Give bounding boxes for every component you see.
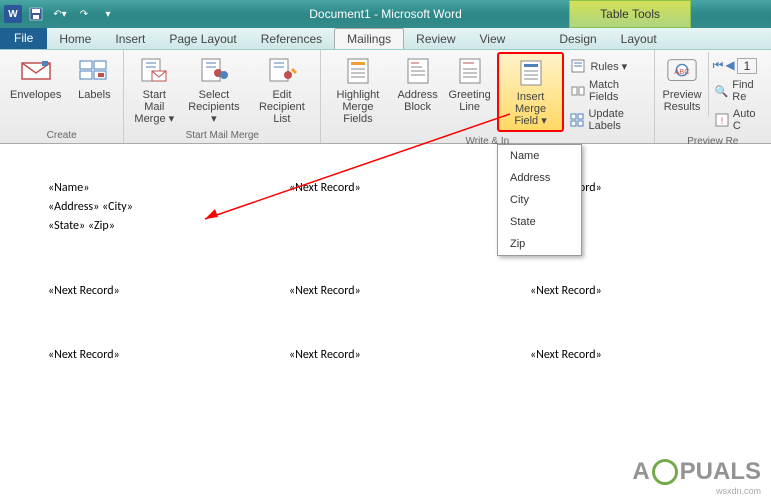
qat-customize-icon[interactable]: ▾ xyxy=(98,4,118,24)
gear-icon xyxy=(652,459,678,485)
title-bar: W ↶▾ ↷ ▾ Document1 - Microsoft Word Tabl… xyxy=(0,0,771,28)
watermark-site: wsxdn.com xyxy=(716,486,761,496)
envelope-icon xyxy=(20,55,52,87)
tab-layout[interactable]: Layout xyxy=(609,29,669,49)
ribbon-tabs: File Home Insert Page Layout References … xyxy=(0,28,771,50)
label-cell[interactable]: «Next Record» xyxy=(48,277,289,341)
highlight-icon xyxy=(342,55,374,87)
insert-field-icon xyxy=(515,57,547,89)
address-block-icon xyxy=(402,55,434,87)
label-cell[interactable]: «Next Record» xyxy=(289,341,530,405)
label-cell[interactable]: «Next Record» xyxy=(530,341,771,405)
tab-insert[interactable]: Insert xyxy=(103,29,157,49)
dropdown-item-name[interactable]: Name xyxy=(498,145,581,167)
update-icon xyxy=(570,112,584,128)
table-tools-contextual-tab: Table Tools xyxy=(569,0,691,28)
dropdown-item-address[interactable]: Address xyxy=(498,167,581,189)
group-write-insert: Highlight Merge Fields Address Block Gre… xyxy=(321,50,654,143)
insert-merge-field-button[interactable]: Insert Merge Field ▾ xyxy=(497,52,565,132)
match-fields-button[interactable]: Match Fields xyxy=(566,77,649,105)
preview-nav: ⏮ ◀ 1 🔍 Find Re ! Auto C xyxy=(711,52,767,134)
watermark-logo: A PUALS xyxy=(632,458,761,486)
preview-icon: ABC xyxy=(666,55,698,87)
labels-button[interactable]: Labels xyxy=(69,52,119,104)
group-start-label: Start Mail Merge xyxy=(128,128,316,143)
dropdown-item-zip[interactable]: Zip xyxy=(498,233,581,255)
label-grid: «Name» «Address» «City» «State» «Zip» «N… xyxy=(48,174,771,405)
mail-merge-icon xyxy=(138,55,170,87)
envelopes-button[interactable]: Envelopes xyxy=(4,52,67,104)
rules-icon xyxy=(570,58,586,74)
group-create: Envelopes Labels Create xyxy=(0,50,124,143)
dropdown-item-state[interactable]: State xyxy=(498,211,581,233)
find-icon: 🔍 xyxy=(715,83,729,99)
record-number[interactable]: 1 xyxy=(737,58,758,74)
write-small-buttons: Rules ▾ Match Fields Update Labels xyxy=(566,52,649,134)
tab-design[interactable]: Design xyxy=(547,29,608,49)
recipients-icon xyxy=(198,55,230,87)
highlight-merge-fields-button[interactable]: Highlight Merge Fields xyxy=(325,52,390,128)
label-cell[interactable]: «Next Record» xyxy=(289,277,530,341)
word-app-icon: W xyxy=(4,5,22,23)
label-cell[interactable]: «Next Record» xyxy=(48,341,289,405)
label-cell[interactable]: «Next Record» xyxy=(530,277,771,341)
tab-mailings[interactable]: Mailings xyxy=(334,28,404,49)
svg-text:ABC: ABC xyxy=(674,67,690,76)
preview-results-button[interactable]: ABC Preview Results xyxy=(659,52,709,116)
select-recipients-button[interactable]: Select Recipients ▾ xyxy=(182,52,245,128)
greeting-line-button[interactable]: Greeting Line xyxy=(445,52,495,116)
update-labels-button[interactable]: Update Labels xyxy=(566,106,649,134)
dropdown-item-city[interactable]: City xyxy=(498,189,581,211)
group-preview: ABC Preview Results ⏮ ◀ 1 🔍 Find Re ! Au… xyxy=(655,50,771,143)
tab-home[interactable]: Home xyxy=(47,29,103,49)
insert-merge-field-dropdown: Name Address City State Zip xyxy=(497,144,582,256)
match-icon xyxy=(570,83,585,99)
quick-access-toolbar: W ↶▾ ↷ ▾ xyxy=(0,4,122,24)
tab-page-layout[interactable]: Page Layout xyxy=(157,29,248,49)
tab-view[interactable]: View xyxy=(468,29,518,49)
window-title: Document1 - Microsoft Word xyxy=(309,7,462,21)
document-area[interactable]: «Name» «Address» «City» «State» «Zip» «N… xyxy=(0,144,771,501)
find-recipient-button[interactable]: 🔍 Find Re xyxy=(711,77,767,105)
start-mail-merge-button[interactable]: Start Mail Merge ▾ xyxy=(128,52,180,128)
edit-list-icon xyxy=(266,55,298,87)
group-create-label: Create xyxy=(4,128,119,143)
tab-review[interactable]: Review xyxy=(404,29,467,49)
label-cell[interactable]: «Name» «Address» «City» «State» «Zip» xyxy=(48,174,289,277)
undo-icon[interactable]: ↶▾ xyxy=(50,4,70,24)
greeting-icon xyxy=(454,55,486,87)
nav-first-icon[interactable]: ⏮ xyxy=(713,58,724,74)
ribbon: Envelopes Labels Create Start Mail Merge… xyxy=(0,50,771,144)
nav-prev-icon[interactable]: ◀ xyxy=(725,58,734,74)
rules-button[interactable]: Rules ▾ xyxy=(566,56,649,76)
svg-text:!: ! xyxy=(720,116,723,126)
label-cell[interactable]: «Next Record» xyxy=(289,174,530,277)
save-icon[interactable] xyxy=(26,4,46,24)
auto-check-button[interactable]: ! Auto C xyxy=(711,106,767,134)
address-block-button[interactable]: Address Block xyxy=(393,52,443,116)
labels-icon xyxy=(78,55,110,87)
edit-recipient-list-button[interactable]: Edit Recipient List xyxy=(248,52,317,128)
redo-icon[interactable]: ↷ xyxy=(74,4,94,24)
tab-references[interactable]: References xyxy=(249,29,334,49)
tab-file[interactable]: File xyxy=(0,27,47,49)
group-start-mail-merge: Start Mail Merge ▾ Select Recipients ▾ E… xyxy=(124,50,321,143)
auto-check-icon: ! xyxy=(715,112,729,128)
